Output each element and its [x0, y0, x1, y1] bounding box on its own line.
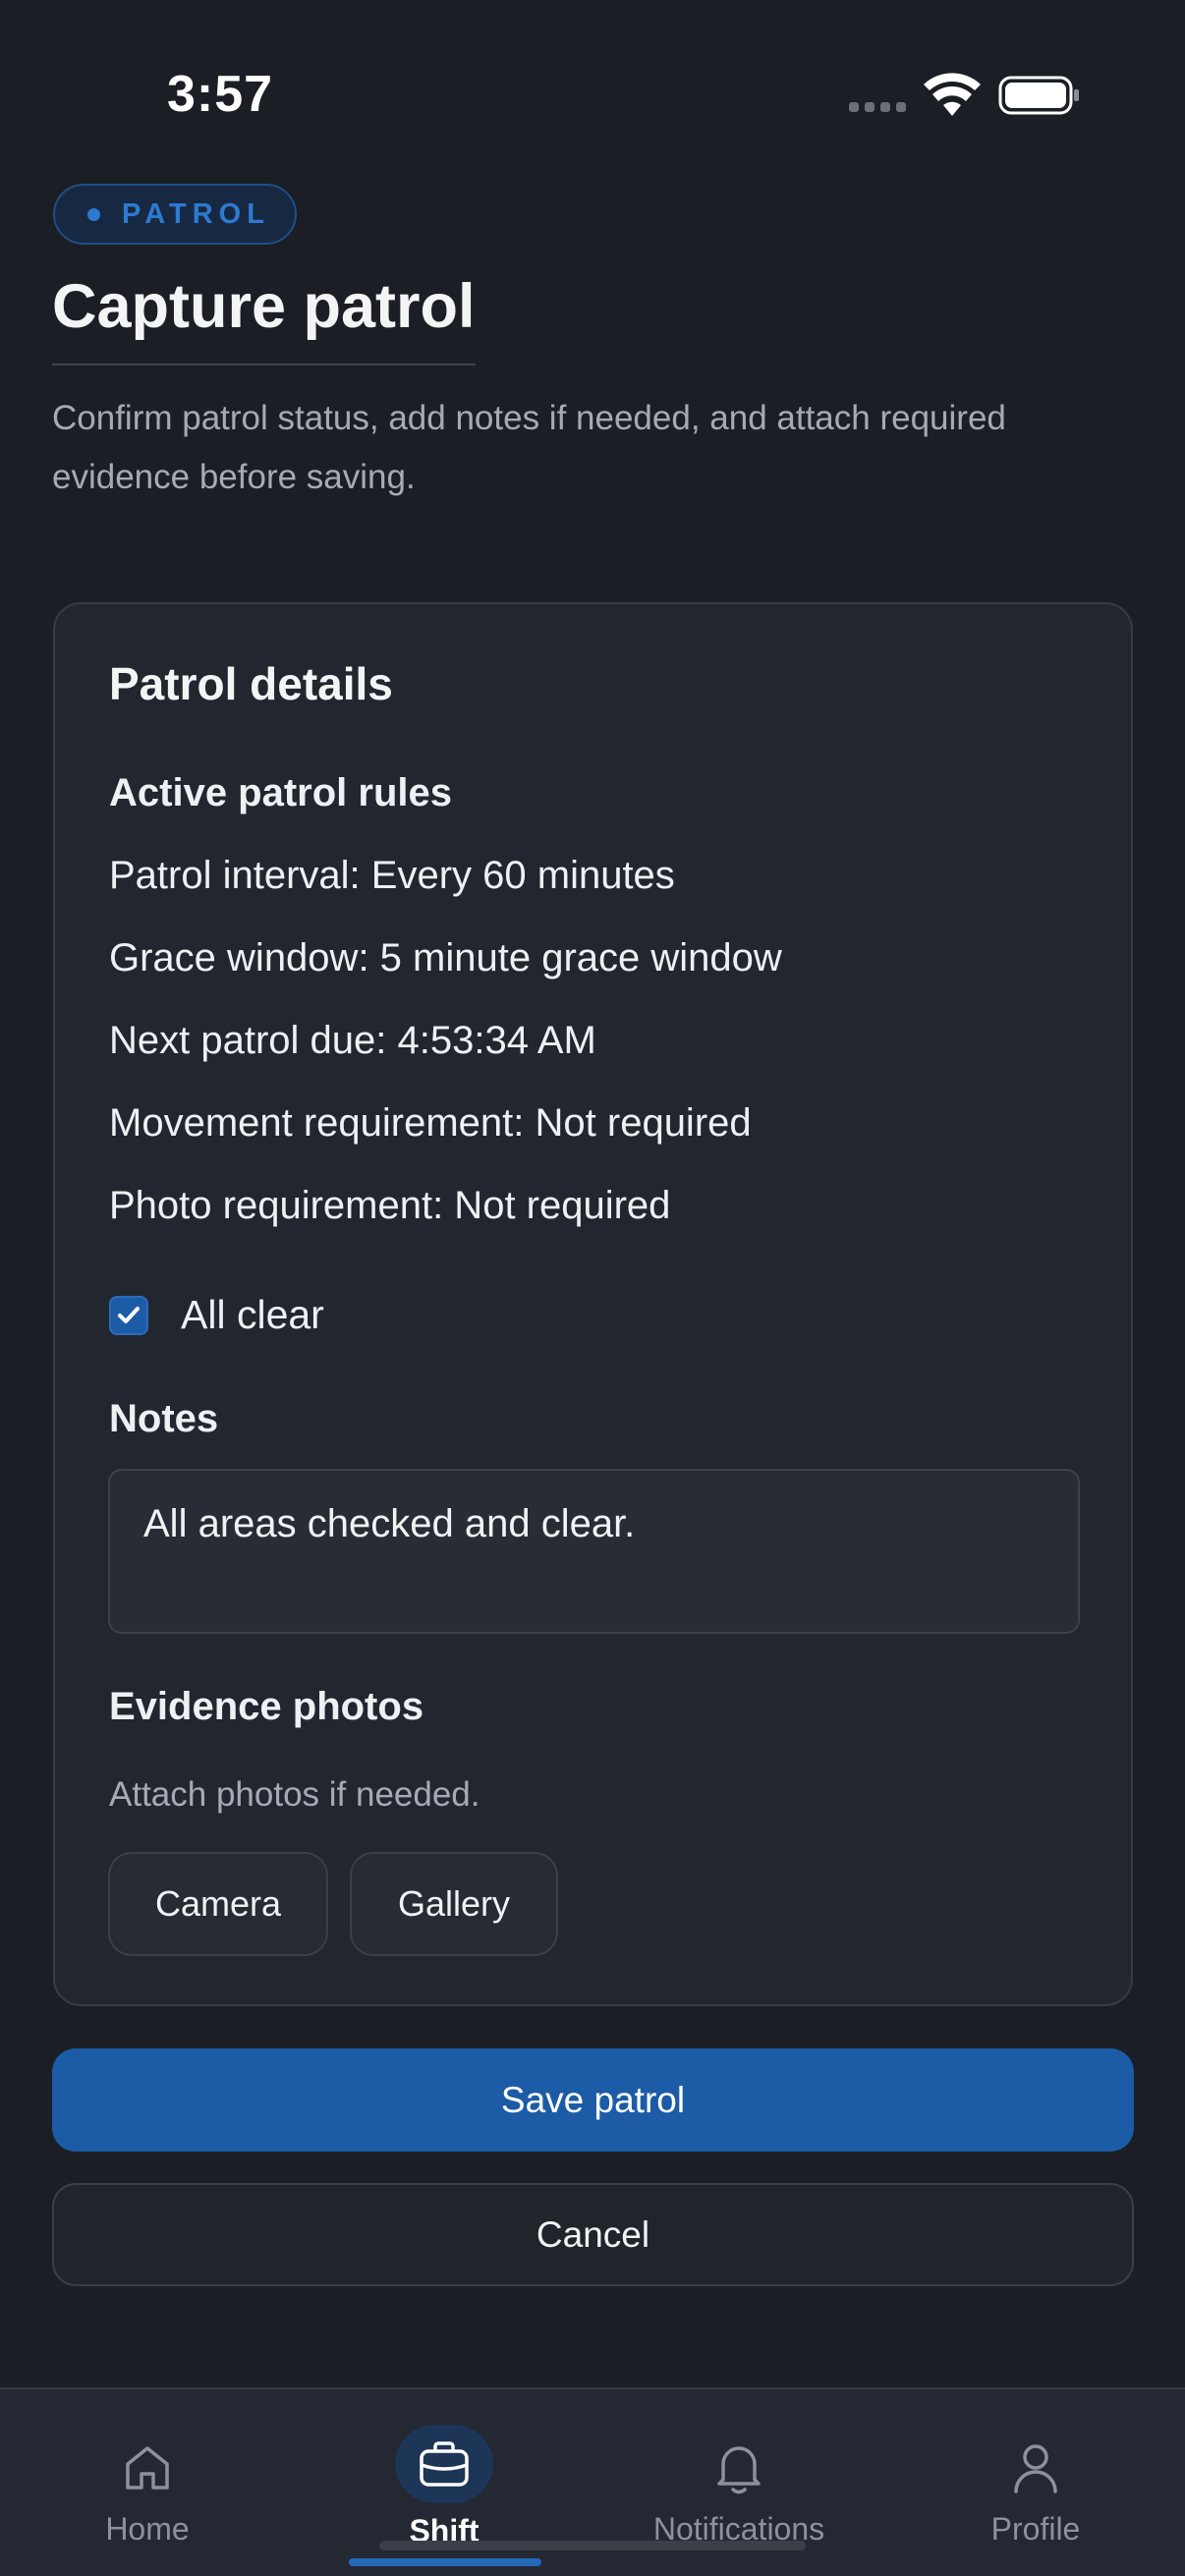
- home-icon: [118, 2438, 177, 2497]
- camera-button[interactable]: Camera: [108, 1852, 328, 1956]
- notes-label: Notes: [109, 1397, 219, 1440]
- tab-home[interactable]: Home: [0, 2389, 295, 2576]
- tab-home-label: Home: [105, 2511, 190, 2547]
- all-clear-label: All clear: [181, 1292, 324, 1337]
- badge-dot: [87, 207, 100, 221]
- badge-label: PATROL: [122, 197, 270, 230]
- tab-profile[interactable]: Profile: [888, 2389, 1183, 2576]
- save-patrol-button[interactable]: Save patrol: [52, 2048, 1134, 2152]
- rule-next-patrol-due: Next patrol due: 4:53:34 AM: [109, 1019, 596, 1062]
- bell-icon: [709, 2438, 768, 2497]
- rule-grace-window: Grace window: 5 minute grace window: [109, 936, 782, 980]
- cellular-signal-icon: [849, 102, 906, 112]
- status-bar: 3:57: [0, 0, 1185, 187]
- card-title: Patrol details: [109, 658, 393, 709]
- tab-profile-label: Profile: [990, 2511, 1081, 2547]
- evidence-photos-label: Evidence photos: [109, 1685, 424, 1728]
- person-icon: [1006, 2438, 1065, 2497]
- rules-heading: Active patrol rules: [109, 771, 453, 814]
- gallery-button[interactable]: Gallery: [350, 1852, 558, 1956]
- home-indicator: [379, 2541, 806, 2550]
- active-tab-indicator: [349, 2558, 541, 2566]
- page-description: Confirm patrol status, add notes if need…: [52, 399, 1006, 496]
- rule-patrol-interval: Patrol interval: Every 60 minutes: [109, 854, 675, 897]
- rule-movement-requirement: Movement requirement: Not required: [109, 1101, 752, 1145]
- status-time: 3:57: [167, 66, 274, 123]
- all-clear-checkbox-row[interactable]: All clear: [109, 1292, 324, 1338]
- briefcase-icon: [395, 2425, 493, 2503]
- evidence-hint: Attach photos if needed.: [109, 1775, 480, 1814]
- patrol-badge: PATROL: [53, 184, 297, 245]
- battery-icon: [998, 76, 1079, 115]
- cancel-button[interactable]: Cancel: [52, 2183, 1134, 2286]
- page-title: Capture patrol: [52, 265, 476, 365]
- all-clear-checkbox[interactable]: [109, 1295, 148, 1335]
- patrol-details-card: Patrol details Active patrol rules Patro…: [53, 602, 1133, 2006]
- checkmark-icon: [118, 1306, 140, 1323]
- rule-photo-requirement: Photo requirement: Not required: [109, 1184, 671, 1227]
- notes-textarea[interactable]: All areas checked and clear.: [108, 1469, 1080, 1634]
- wifi-icon: [924, 73, 981, 116]
